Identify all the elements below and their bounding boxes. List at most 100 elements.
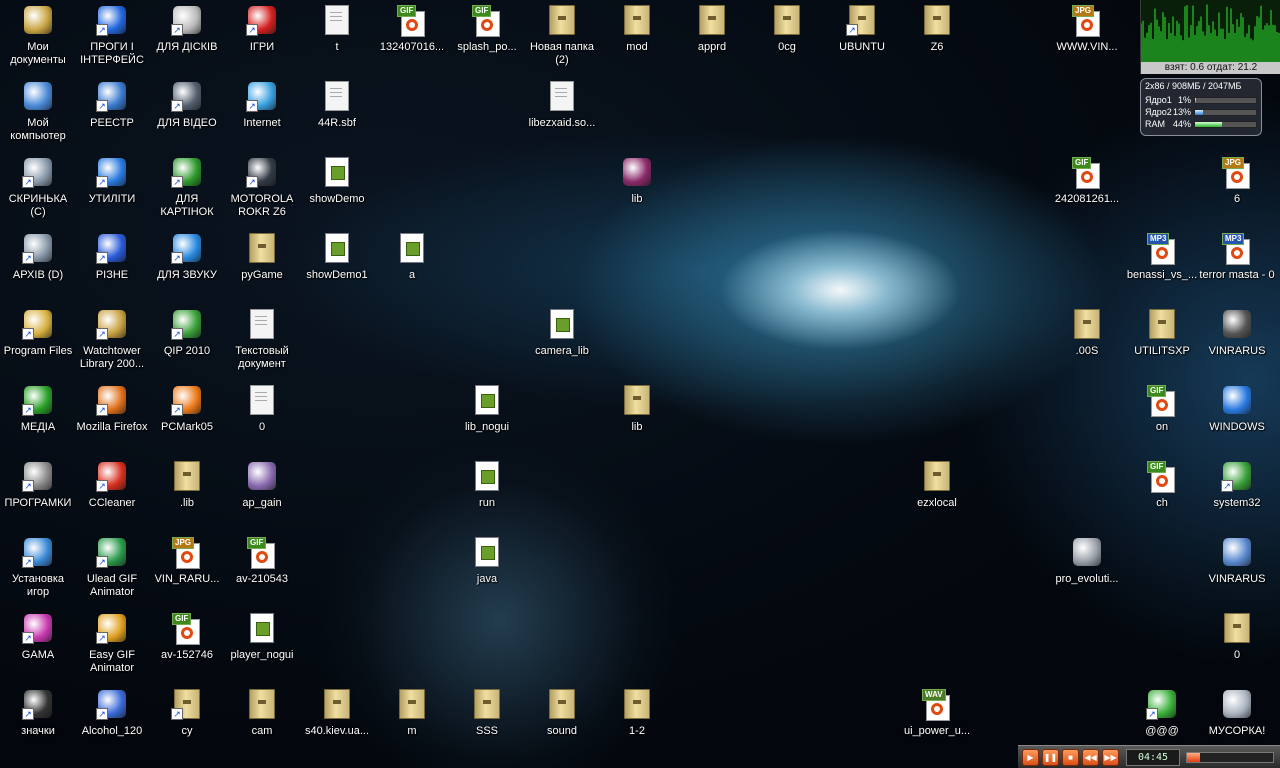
desktop-icon[interactable]: Z6 (899, 2, 975, 78)
desktop-icon[interactable]: .lib (149, 458, 225, 534)
desktop-icon[interactable]: ↗ Program Files (0, 306, 76, 382)
desktop-icon[interactable]: WINDOWS (1199, 382, 1275, 458)
play-button[interactable]: ▶ (1022, 748, 1039, 766)
desktop-icon[interactable]: pyGame (224, 230, 300, 306)
desktop-icon[interactable]: GIF av-210543 (224, 534, 300, 610)
desktop-icon[interactable]: ↗ ДЛЯ КАРТІНОК (149, 154, 225, 230)
desktop-icon[interactable]: t (299, 2, 375, 78)
desktop-icon[interactable]: ↗ РЕЕСТР (74, 78, 150, 154)
desktop-icon[interactable]: UTILITSXP (1124, 306, 1200, 382)
desktop-icon[interactable]: apprd (674, 2, 750, 78)
desktop-icon-label: Alcohol_120 (81, 725, 143, 737)
desktop-icon[interactable]: ↗ system32 (1199, 458, 1275, 534)
desktop-icon[interactable]: lib_nogui (449, 382, 525, 458)
desktop-icon[interactable]: ↗ УТИЛІТИ (74, 154, 150, 230)
stop-button[interactable]: ■ (1062, 748, 1079, 766)
desktop-icon[interactable]: GIF on (1124, 382, 1200, 458)
desktop-icon[interactable]: ↗ ІГРИ (224, 2, 300, 78)
desktop-icon[interactable]: lib (599, 382, 675, 458)
desktop-icon[interactable]: ↗ Установка игор (0, 534, 76, 610)
desktop-icon[interactable]: ↗ Ulead GIF Animator (74, 534, 150, 610)
desktop-icon[interactable]: m (374, 686, 450, 762)
desktop-icon[interactable]: GIF av-152746 (149, 610, 225, 686)
desktop-icon[interactable]: ↗ СКРИНЬКА (C) (0, 154, 76, 230)
desktop-icon[interactable]: GIF 242081261... (1049, 154, 1125, 230)
desktop-icon[interactable]: ezxlocal (899, 458, 975, 534)
desktop-icon[interactable]: 1-2 (599, 686, 675, 762)
desktop-icon[interactable]: ↗ PCMark05 (149, 382, 225, 458)
desktop-icon[interactable]: ↗ ДЛЯ ЗВУКУ (149, 230, 225, 306)
desktop-icon[interactable]: ↗ ДЛЯ ДІСКІВ (149, 2, 225, 78)
blue-flame-icon: ↗ (96, 4, 128, 36)
next-button[interactable]: ▶▶ (1102, 748, 1119, 766)
desktop-icon[interactable]: ↗ значки (0, 686, 76, 762)
gamepad-icon (1071, 536, 1103, 568)
previous-button[interactable]: ◀◀ (1082, 748, 1099, 766)
desktop-icon[interactable]: Текстовый документ (224, 306, 300, 382)
desktop-icon[interactable]: ↗ QIP 2010 (149, 306, 225, 382)
desktop-icon[interactable]: GIF 132407016... (374, 2, 450, 78)
desktop-icon[interactable]: JPG WWW.VIN... (1049, 2, 1125, 78)
wav-file-icon: WAV (921, 688, 953, 721)
desktop-icon[interactable]: ↗ РІЗНЕ (74, 230, 150, 306)
desktop-icon[interactable]: VINRARUS (1199, 306, 1275, 382)
desktop-icon[interactable]: cam (224, 686, 300, 762)
jpg-file-icon: JPG (1071, 4, 1103, 37)
desktop-icon[interactable]: ↗ GAMA (0, 610, 76, 686)
desktop-icon[interactable]: camera_lib (524, 306, 600, 382)
desktop-icon[interactable]: Мой компьютер (0, 78, 76, 154)
desktop-icon[interactable]: s40.kiev.ua... (299, 686, 375, 762)
desktop-icon[interactable]: showDemo1 (299, 230, 375, 306)
desktop-icon[interactable]: ↗ cy (149, 686, 225, 762)
desktop-icon[interactable]: run (449, 458, 525, 534)
desktop-icon[interactable]: ↗ Internet (224, 78, 300, 154)
desktop-icon[interactable]: ↗ Easy GIF Animator (74, 610, 150, 686)
desktop-icon[interactable]: lib (599, 154, 675, 230)
desktop-icon[interactable]: mod (599, 2, 675, 78)
desktop-icon[interactable]: ↗ MOTOROLA ROKR Z6 (224, 154, 300, 230)
media-player-bar[interactable]: ▶ ❚❚ ■ ◀◀ ▶▶ 04:45 (1018, 745, 1280, 768)
desktop-icon[interactable]: sound (524, 686, 600, 762)
desktop-icon[interactable]: 0 (224, 382, 300, 458)
desktop-icon[interactable]: ↗ Watchtower Library 200... (74, 306, 150, 382)
desktop-icon[interactable]: MP3 terror masta - 0 (1199, 230, 1275, 306)
desktop-icon[interactable]: GIF ch (1124, 458, 1200, 534)
desktop-icon[interactable]: .00S (1049, 306, 1125, 382)
file-type-tag: GIF (472, 5, 492, 17)
desktop-icon[interactable]: SSS (449, 686, 525, 762)
desktop-icon[interactable]: 44R.sbf (299, 78, 375, 154)
desktop-icon[interactable]: Новая папка (2) (524, 2, 600, 78)
pause-button[interactable]: ❚❚ (1042, 748, 1059, 766)
desktop-icon[interactable]: GIF splash_po... (449, 2, 525, 78)
playback-progress[interactable] (1186, 751, 1274, 763)
desktop-icon[interactable]: pro_evoluti... (1049, 534, 1125, 610)
desktop-icon[interactable]: ↗ ПРОГРАМКИ (0, 458, 76, 534)
desktop-icon[interactable]: WAV ui_power_u... (899, 686, 975, 762)
folder-icon (921, 460, 953, 492)
desktop-icon[interactable]: Мои документы (0, 2, 76, 78)
note-file-icon (546, 308, 578, 340)
desktop-icon[interactable]: ↗ ДЛЯ ВІДЕО (149, 78, 225, 154)
desktop-icon[interactable]: java (449, 534, 525, 610)
gif-file-icon: GIF (471, 4, 503, 37)
desktop-icon[interactable]: showDemo (299, 154, 375, 230)
desktop-icon[interactable]: player_nogui (224, 610, 300, 686)
desktop-icon-label: 44R.sbf (318, 117, 356, 129)
desktop-icon[interactable]: ↗ ПРОГИ І ІНТЕРФЕЙС (74, 2, 150, 78)
desktop-icon[interactable]: libezxaid.so... (524, 78, 600, 154)
desktop-icon[interactable]: JPG VIN_RARU... (149, 534, 225, 610)
desktop-icon[interactable]: 0cg (749, 2, 825, 78)
desktop-icon[interactable]: ↗ МЕДІА (0, 382, 76, 458)
desktop-icon[interactable]: 0 (1199, 610, 1275, 686)
desktop-icon[interactable]: ↗ UBUNTU (824, 2, 900, 78)
desktop-icon[interactable]: ↗ CCleaner (74, 458, 150, 534)
desktop-icon[interactable]: MP3 benassi_vs_... (1124, 230, 1200, 306)
desktop-icon[interactable]: ↗ АРХІВ (D) (0, 230, 76, 306)
desktop-icon[interactable]: ↗ Mozilla Firefox (74, 382, 150, 458)
desktop-icon[interactable]: a (374, 230, 450, 306)
desktop-icon[interactable]: JPG 6 (1199, 154, 1275, 230)
desktop-icon[interactable]: ↗ Alcohol_120 (74, 686, 150, 762)
desktop-icon[interactable]: VINRARUS (1199, 534, 1275, 610)
desktop-icon[interactable]: ap_gain (224, 458, 300, 534)
desktop-icon-label: 132407016... (379, 41, 445, 53)
